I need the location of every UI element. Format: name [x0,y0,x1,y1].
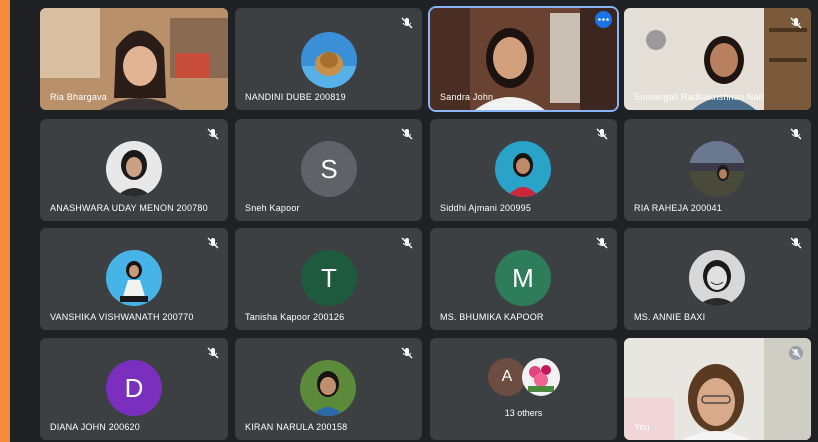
mic-off-icon [207,128,219,140]
mic-off-icon [207,237,219,249]
mic-off-icon [207,347,219,359]
participant-tile-vanshika-vishwanath[interactable]: VANSHIKA VISHWANATH 200770 [40,228,228,330]
participant-video [624,338,811,440]
participant-avatar [689,250,745,306]
initial-avatar: A [488,358,526,396]
initial-avatar: T [301,250,357,306]
mic-off-icon [401,347,413,359]
mic-off-icon [790,17,802,29]
participant-tile-ria-raheja[interactable]: RIA RAHEJA 200041 [624,119,811,221]
participant-name: Ria Bhargava [50,92,107,102]
participant-tile-annie-baxi[interactable]: MS. ANNIE BAXI [624,228,811,330]
more-options-icon [598,18,609,21]
mic-off-icon [790,237,802,249]
mic-off-icon [596,128,608,140]
participant-tile-self-view[interactable]: You [624,338,811,440]
participant-avatar [300,360,356,416]
participant-avatar [301,32,357,88]
participant-tile-sandra-john[interactable]: Sandra John [428,6,619,112]
participant-name: MS. BHUMIKA KAPOOR [440,312,544,322]
initial-avatar: M [495,250,551,306]
mic-off-icon [790,128,802,140]
participant-name: DIANA JOHN 200620 [50,422,140,432]
participant-name: You [634,422,650,432]
participant-avatar [106,250,162,306]
participant-name: VANSHIKA VISHWANATH 200770 [50,312,194,322]
participant-name: Sumangali Radhakrishnan Nair [634,92,765,102]
window-accent-strip [0,0,10,442]
participant-tile-sumangali-nair[interactable]: Sumangali Radhakrishnan Nair [624,8,811,110]
participant-name: Siddhi Ajmani 200995 [440,203,532,213]
participant-tile-anashwara-menon[interactable]: ANASHWARA UDAY MENON 200780 [40,119,228,221]
mic-off-icon [401,128,413,140]
participant-name: Sandra John [440,92,494,102]
participant-tile-kiran-narula[interactable]: KIRAN NARULA 200158 [235,338,422,440]
participant-tile-siddhi-ajmani[interactable]: Siddhi Ajmani 200995 [430,119,617,221]
participant-name: NANDINI DUBE 200819 [245,92,346,102]
participant-avatar [522,358,560,396]
participant-avatar [495,141,551,197]
participant-name: KIRAN NARULA 200158 [245,422,348,432]
participant-name: ANASHWARA UDAY MENON 200780 [50,203,208,213]
initial-avatar: S [301,141,357,197]
others-count-label: 13 others [504,408,543,418]
initial-avatar: D [106,360,162,416]
participant-tile-diana-john[interactable]: D DIANA JOHN 200620 [40,338,228,440]
participant-tile-tanisha-kapoor[interactable]: T Tanisha Kapoor 200126 [235,228,422,330]
participant-name: Tanisha Kapoor 200126 [245,312,345,322]
mic-off-icon [401,237,413,249]
participant-name: MS. ANNIE BAXI [634,312,706,322]
participant-tile-sneh-kapoor[interactable]: S Sneh Kapoor [235,119,422,221]
participant-tile-nandini-dube[interactable]: NANDINI DUBE 200819 [235,8,422,110]
mic-off-icon [789,346,803,360]
participant-avatar [689,141,745,197]
participant-name: RIA RAHEJA 200041 [634,203,722,213]
mic-off-icon [401,17,413,29]
participant-tile-others[interactable]: A 13 others [430,338,617,440]
mic-off-icon [596,237,608,249]
more-options-button[interactable] [595,11,612,28]
participant-avatar [106,141,162,197]
participant-tile-bhumika-kapoor[interactable]: M MS. BHUMIKA KAPOOR [430,228,617,330]
participant-name: Sneh Kapoor [245,203,300,213]
participant-tile-ria-bhargava[interactable]: Ria Bhargava [40,8,228,110]
